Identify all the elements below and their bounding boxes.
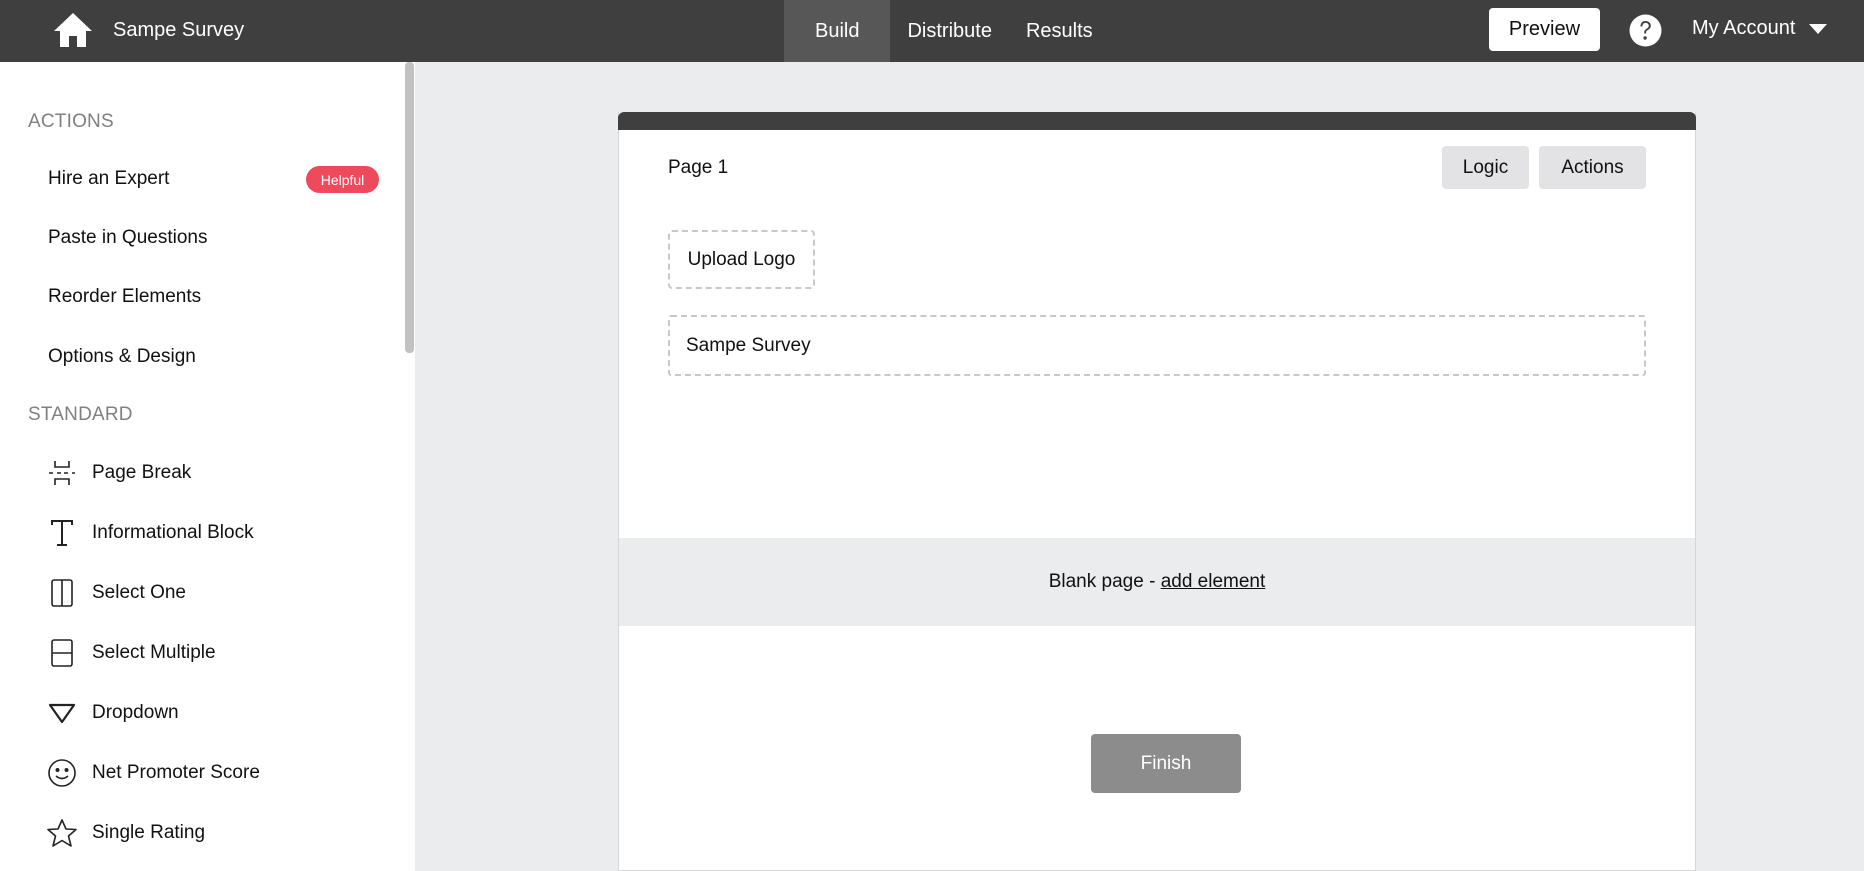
main-nav: Build Distribute Results xyxy=(784,0,1110,62)
sidebar-item-label: Informational Block xyxy=(92,522,254,543)
blank-page-notice: Blank page - add element xyxy=(619,538,1695,626)
actions-heading: ACTIONS xyxy=(28,111,114,132)
sidebar-item-page-break[interactable]: Page Break xyxy=(46,453,191,493)
select-multiple-icon xyxy=(46,637,78,669)
add-element-link[interactable]: add element xyxy=(1161,571,1266,593)
page-card-header-bar xyxy=(618,112,1696,130)
home-icon[interactable] xyxy=(53,11,93,49)
sidebar-item-paste-questions[interactable]: Paste in Questions xyxy=(48,227,207,249)
tab-build[interactable]: Build xyxy=(784,0,891,62)
sidebar-item-label: Page Break xyxy=(92,462,192,483)
tab-distribute[interactable]: Distribute xyxy=(890,0,1008,62)
smiley-icon xyxy=(46,757,78,789)
tab-results[interactable]: Results xyxy=(1009,0,1110,62)
select-one-icon xyxy=(46,577,78,609)
sidebar-item-label: Net Promoter Score xyxy=(92,762,260,783)
page-title: Page 1 xyxy=(668,157,729,178)
finish-button[interactable]: Finish xyxy=(1091,734,1241,793)
sidebar-item-reorder-elements[interactable]: Reorder Elements xyxy=(48,286,201,308)
question-circle-icon[interactable] xyxy=(1629,14,1662,47)
preview-button[interactable]: Preview xyxy=(1489,8,1600,51)
blank-page-text: Blank page - xyxy=(1048,571,1161,592)
sidebar-item-select-multiple[interactable]: Select Multiple xyxy=(46,633,216,673)
upload-logo-button[interactable]: Upload Logo xyxy=(668,230,815,289)
triangle-down-icon xyxy=(46,697,78,729)
sidebar: ACTIONS Hire an Expert Helpful Paste in … xyxy=(0,62,415,871)
sidebar-scrollbar[interactable] xyxy=(405,62,414,353)
sidebar-item-label: Dropdown xyxy=(92,702,179,723)
app-title: Sampe Survey xyxy=(113,19,245,41)
actions-button[interactable]: Actions xyxy=(1539,146,1646,189)
sidebar-item-label: Single Rating xyxy=(92,822,206,843)
account-menu[interactable]: My Account xyxy=(1692,17,1828,40)
survey-title-field[interactable]: Sampe Survey xyxy=(668,315,1646,376)
sidebar-item-label: Select Multiple xyxy=(92,642,216,663)
logic-button[interactable]: Logic xyxy=(1442,146,1529,189)
sidebar-item-net-promoter-score[interactable]: Net Promoter Score xyxy=(46,753,260,793)
sidebar-item-informational-block[interactable]: Informational Block xyxy=(46,513,254,553)
chevron-down-icon xyxy=(1809,23,1828,34)
star-icon xyxy=(46,817,78,849)
sidebar-item-single-rating[interactable]: Single Rating xyxy=(46,813,205,853)
top-bar: Sampe Survey Build Distribute Results Pr… xyxy=(0,0,1864,62)
sidebar-item-hire-expert[interactable]: Hire an Expert xyxy=(48,168,169,190)
standard-heading: STANDARD xyxy=(28,404,133,425)
sidebar-item-dropdown[interactable]: Dropdown xyxy=(46,693,179,733)
account-label: My Account xyxy=(1692,17,1796,39)
sidebar-item-options-design[interactable]: Options & Design xyxy=(48,346,196,368)
sidebar-item-select-one[interactable]: Select One xyxy=(46,573,186,613)
text-t-icon xyxy=(46,517,78,549)
page-break-icon xyxy=(46,457,78,489)
helpful-badge: Helpful xyxy=(306,166,379,193)
sidebar-item-label: Select One xyxy=(92,582,186,603)
